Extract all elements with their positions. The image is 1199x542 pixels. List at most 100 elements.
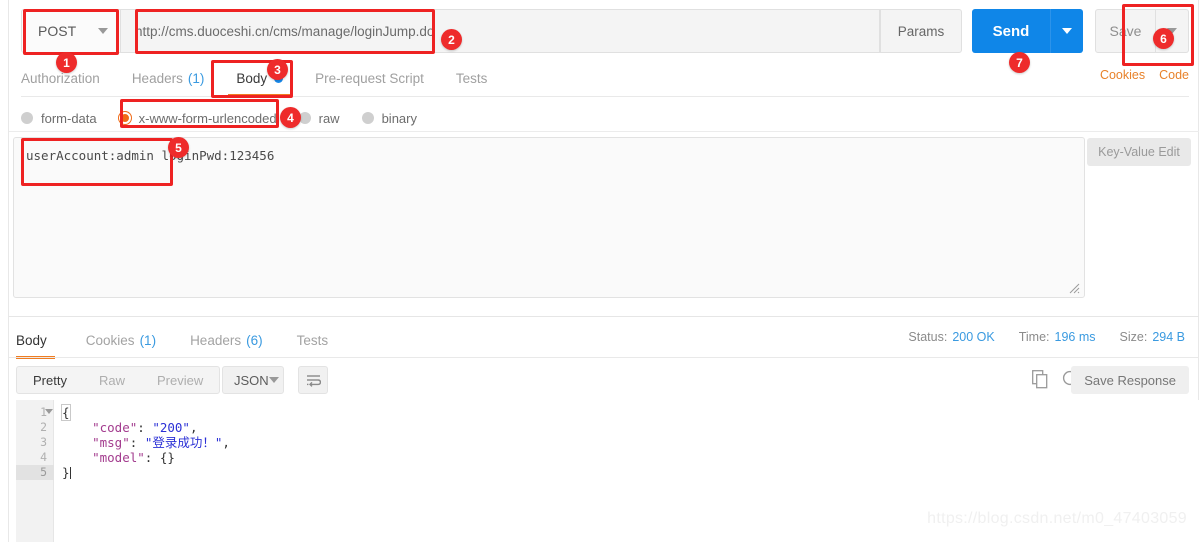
json-open-brace: {	[61, 404, 71, 421]
line-number: 3	[16, 435, 54, 450]
tabs-divider	[21, 96, 1189, 97]
tab-label: Pre-request Script	[315, 70, 424, 86]
radio-label: x-www-form-urlencoded	[138, 110, 277, 126]
time-label: Time:	[1018, 330, 1050, 344]
annotation-badge-6: 6	[1153, 28, 1174, 49]
tab-headers[interactable]: Headers (1)	[116, 62, 221, 94]
tab-label: Cookies	[85, 332, 135, 348]
response-tab-tests[interactable]: Tests	[280, 325, 346, 355]
word-wrap-button[interactable]	[298, 366, 328, 394]
response-tab-body[interactable]: Body	[16, 325, 69, 359]
response-format-label: JSON	[234, 372, 269, 388]
sidebar-edge	[0, 0, 9, 542]
request-url-bar: POST http://cms.duoceshi.cn/cms/manage/l…	[21, 9, 1189, 53]
request-body-editor[interactable]: userAccount:admin loginPwd:123456	[13, 137, 1085, 298]
send-group: Send	[972, 9, 1083, 53]
response-format-select[interactable]: JSON	[222, 366, 284, 394]
response-section-divider	[9, 316, 1199, 317]
save-label: Save	[1109, 23, 1142, 39]
radio-binary[interactable]: binary	[361, 110, 417, 126]
save-response-button[interactable]: Save Response	[1071, 366, 1189, 394]
tab-label: Headers	[131, 70, 183, 86]
json-value-code: "200"	[152, 420, 190, 435]
save-response-label: Save Response	[1084, 372, 1176, 388]
tab-count: (6)	[246, 332, 263, 348]
size-badge: Size: 294 B	[1120, 330, 1185, 344]
line-number-label: 4	[40, 450, 47, 464]
tab-label: Body	[236, 70, 268, 86]
key-value-edit-button[interactable]: Key-Value Edit	[1087, 138, 1191, 166]
line-number: 4	[16, 450, 54, 465]
json-value-msg: "登录成功！"	[144, 435, 223, 450]
cookies-link[interactable]: Cookies	[1100, 68, 1145, 82]
copy-button[interactable]	[1032, 370, 1049, 394]
status-badge: Status: 200 OK	[908, 330, 994, 344]
response-view-mode-group: Pretty Raw Preview	[16, 366, 221, 394]
radio-icon	[21, 112, 33, 124]
request-body-text: userAccount:admin loginPwd:123456	[26, 148, 275, 163]
view-mode-raw[interactable]: Raw	[83, 367, 141, 393]
params-label: Params	[897, 23, 945, 39]
view-mode-label: Preview	[156, 372, 204, 388]
fold-toggle-icon[interactable]	[45, 409, 53, 414]
radio-raw[interactable]: raw	[298, 111, 340, 126]
line-number-label: 5	[40, 465, 47, 479]
tab-label: Tests	[296, 332, 329, 348]
annotation-badge-7: 7	[1009, 52, 1030, 73]
params-button[interactable]: Params	[880, 9, 962, 53]
radio-form-data[interactable]: form-data	[21, 111, 97, 126]
postman-window: POST http://cms.duoceshi.cn/cms/manage/l…	[0, 0, 1199, 542]
http-method-label: POST	[38, 23, 77, 39]
line-number-gutter: 1 2 3 4 5	[16, 405, 54, 480]
resize-handle-icon[interactable]	[1067, 281, 1080, 294]
tab-tests[interactable]: Tests	[440, 62, 504, 94]
radio-icon	[361, 112, 374, 124]
line-number-label: 2	[40, 420, 47, 434]
http-method-select[interactable]: POST	[21, 9, 121, 53]
response-tab-headers[interactable]: Headers (6)	[173, 325, 280, 355]
code-link[interactable]: Code	[1159, 68, 1189, 82]
send-button[interactable]: Send	[972, 9, 1050, 53]
chevron-down-icon	[1062, 28, 1072, 34]
cookies-code-links: Cookies Code	[1100, 68, 1189, 82]
radio-icon-selected	[118, 112, 131, 124]
view-mode-label: Pretty	[33, 372, 67, 388]
json-key-model: "model"	[92, 450, 145, 465]
save-group: Save	[1095, 9, 1189, 53]
save-button[interactable]: Save	[1095, 9, 1156, 53]
annotation-badge-4: 4	[280, 107, 301, 128]
annotation-badge-5: 5	[168, 137, 189, 158]
json-value-model: {}	[159, 450, 175, 465]
response-tabs-divider	[9, 357, 1199, 358]
size-label: Size:	[1119, 330, 1148, 344]
url-text: http://cms.duoceshi.cn/cms/manage/loginJ…	[135, 23, 435, 39]
chevron-down-icon	[98, 28, 108, 34]
annotation-badge-3: 3	[267, 59, 288, 80]
tab-count: (1)	[139, 332, 157, 348]
radio-label: binary	[381, 110, 417, 126]
body-type-radio-group: form-data x-www-form-urlencoded raw bina…	[21, 104, 439, 132]
chevron-down-icon	[268, 377, 279, 383]
status-value: 200 OK	[952, 330, 995, 344]
view-mode-preview[interactable]: Preview	[141, 367, 219, 393]
json-key-code: "code"	[92, 420, 138, 435]
line-number[interactable]: 1	[16, 405, 54, 420]
watermark: https://blog.csdn.net/m0_47403059	[927, 510, 1187, 527]
radios-divider	[9, 131, 1199, 132]
line-number: 2	[16, 420, 54, 435]
line-number-highlighted: 5	[16, 465, 54, 480]
send-dropdown-button[interactable]	[1050, 9, 1083, 53]
view-mode-pretty[interactable]: Pretty	[17, 367, 83, 393]
response-tab-cookies[interactable]: Cookies (1)	[69, 325, 173, 355]
tab-label: Tests	[455, 70, 488, 86]
radio-x-www-form-urlencoded[interactable]: x-www-form-urlencoded	[118, 110, 277, 126]
json-code-content: { "code": "200", "msg": "登录成功！", "model"…	[61, 404, 230, 480]
status-label: Status:	[908, 330, 948, 344]
size-value: 294 B	[1152, 330, 1185, 344]
tab-pre-request-script[interactable]: Pre-request Script	[299, 62, 440, 94]
url-input[interactable]: http://cms.duoceshi.cn/cms/manage/loginJ…	[121, 9, 880, 53]
send-label: Send	[992, 22, 1030, 40]
copy-icon	[1032, 370, 1048, 389]
tab-label: Body	[16, 332, 47, 348]
time-badge: Time: 196 ms	[1019, 330, 1096, 344]
